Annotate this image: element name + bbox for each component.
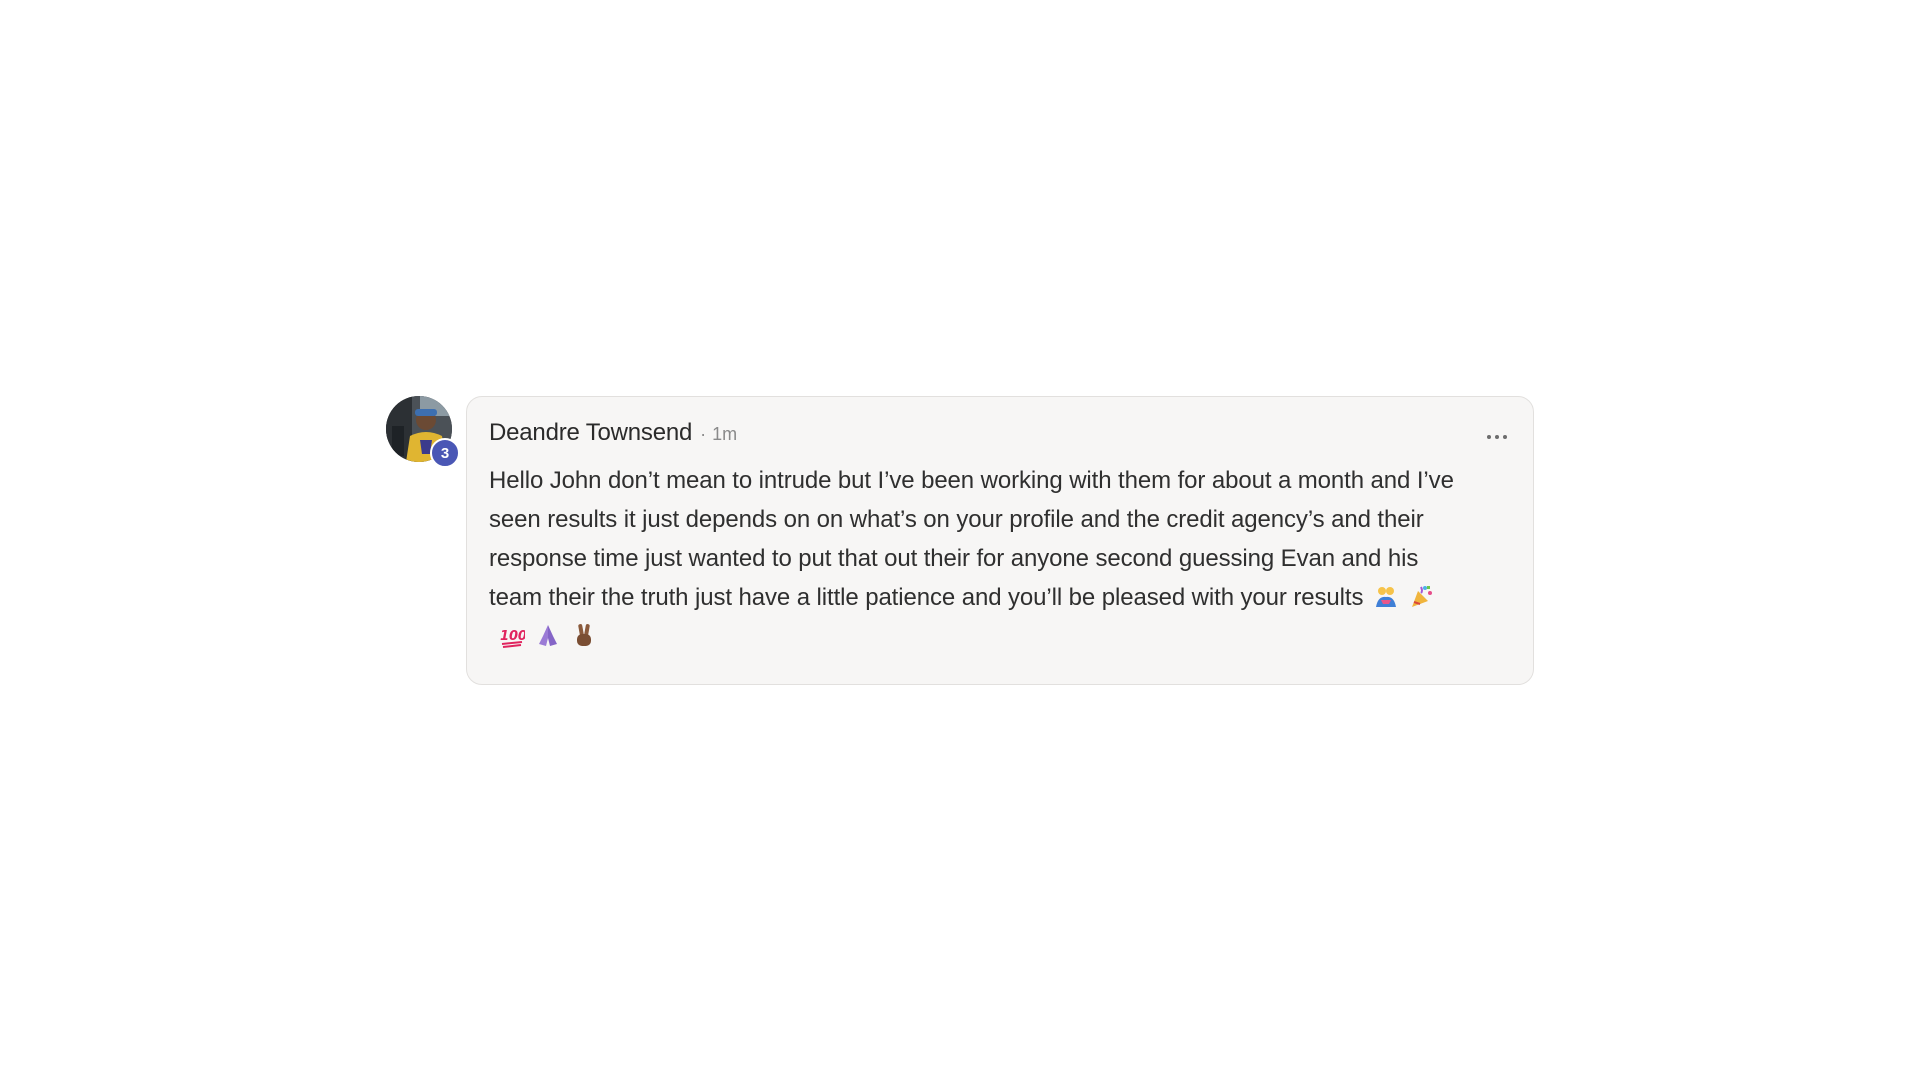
comment-timestamp[interactable]: 1m: [712, 424, 737, 445]
separator-dot: ·: [700, 424, 707, 444]
more-options-button[interactable]: [1479, 425, 1515, 449]
comment: 3 Deandre Townsend · 1m Hello John don’t…: [386, 396, 1536, 685]
comment-text: Hello John don’t mean to intrude but I’v…: [489, 467, 1454, 611]
ellipsis-icon: [1487, 435, 1491, 439]
author-name[interactable]: Deandre Townsend: [489, 419, 692, 447]
people-hugging-emoji: [1373, 583, 1399, 609]
folded-hands-emoji: [535, 622, 561, 648]
victory-hand-emoji: [571, 622, 597, 648]
comment-header: Deandre Townsend · 1m: [489, 419, 1463, 449]
level-badge: 3: [430, 438, 460, 468]
ellipsis-icon: [1495, 435, 1499, 439]
comment-body: Hello John don’t mean to intrude but I’v…: [489, 461, 1463, 656]
party-popper-emoji: [1409, 583, 1435, 609]
comment-bubble: Deandre Townsend · 1m Hello John don’t m…: [466, 396, 1534, 685]
avatar-container[interactable]: 3: [386, 396, 460, 468]
ellipsis-icon: [1503, 435, 1507, 439]
hundred-points-emoji: 100: [499, 622, 525, 648]
